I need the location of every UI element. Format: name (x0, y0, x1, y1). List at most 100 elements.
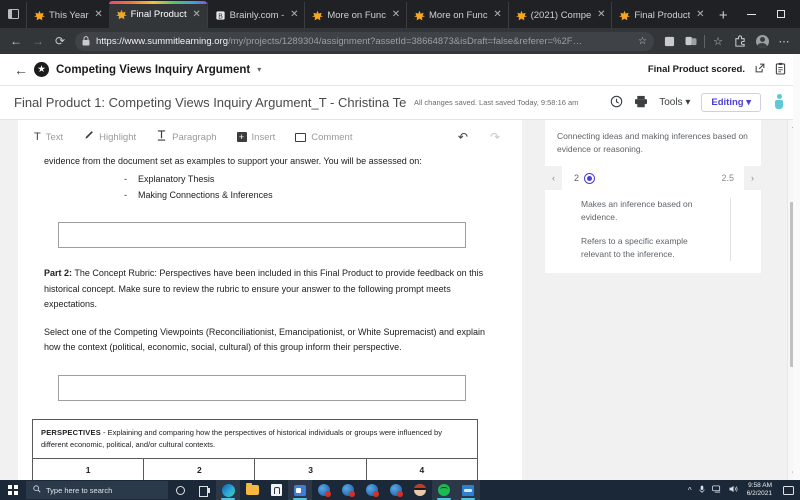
browser-tab-2-close-icon[interactable]: ✕ (288, 10, 300, 20)
cortana-icon[interactable] (168, 480, 192, 500)
browser-tab-5-close-icon[interactable]: ✕ (595, 10, 607, 20)
window-close-button[interactable]: ✕ (796, 0, 800, 28)
browser-tab-0-title: This Year (49, 9, 89, 21)
volume-icon[interactable] (729, 485, 738, 495)
browser-tab-2-title: Brainly.com - (229, 9, 285, 21)
browser-tab-0-close-icon[interactable]: ✕ (93, 10, 105, 20)
teams-icon[interactable] (288, 480, 312, 500)
document-title[interactable]: Final Product 1: Competing Views Inquiry… (14, 95, 406, 110)
window-maximize-button[interactable] (766, 0, 796, 28)
microsoft-store-icon[interactable] (264, 480, 288, 500)
forward-button[interactable]: → (27, 30, 49, 52)
rubric-panel-column: Connecting ideas and making inferences b… (541, 120, 800, 480)
microsoft-edge-icon[interactable] (216, 480, 240, 500)
answer-textbox-2[interactable] (58, 374, 466, 401)
rubric-score-radio-selected[interactable] (584, 172, 596, 184)
format-paragraph-button[interactable]: Paragraph (146, 130, 226, 144)
chrome-window-icon[interactable] (360, 480, 384, 500)
start-button[interactable] (0, 480, 26, 500)
add-favorite-icon[interactable]: ☆ (638, 36, 647, 47)
breadcrumb-project-title[interactable]: Competing Views Inquiry Argument (56, 64, 250, 76)
format-insert-label: Insert (251, 131, 276, 143)
rubric-next-button[interactable]: › (744, 166, 761, 190)
document-content: evidence from the document set as exampl… (18, 154, 522, 401)
format-comment-button[interactable]: Comment (285, 132, 362, 143)
browser-tab-4-close-icon[interactable]: ✕ (492, 10, 504, 20)
taskbar-clock[interactable]: 9:58 AM 6/2/2021 (747, 482, 772, 498)
list-item: Explanatory Thesis (44, 171, 496, 187)
summit-star-favicon (619, 10, 631, 20)
chevron-down-icon: ▾ (746, 97, 751, 108)
favorites-icon[interactable]: ☆ (707, 30, 729, 52)
split-screen-icon[interactable] (680, 30, 702, 52)
network-icon[interactable] (711, 485, 722, 495)
address-bar[interactable]: https://www.summitlearning.org/my/projec… (75, 31, 654, 51)
collections-icon[interactable] (658, 30, 680, 52)
app-back-button[interactable]: ← (14, 62, 34, 78)
chrome-window-icon[interactable] (336, 480, 360, 500)
format-text-button[interactable]: T Text (24, 131, 73, 143)
extensions-icon[interactable] (729, 30, 751, 52)
chrome-window-icon[interactable] (384, 480, 408, 500)
redo-icon: ↷ (489, 130, 500, 144)
tab-search-panel-button[interactable] (0, 0, 26, 28)
version-history-icon[interactable] (610, 95, 623, 111)
taskbar-search-input[interactable]: Type here to search (26, 481, 168, 499)
browser-tab-6-close-icon[interactable]: ✕ (694, 10, 706, 20)
format-highlight-button[interactable]: Highlight (73, 130, 146, 144)
chevron-down-icon[interactable]: ▾ (257, 65, 261, 74)
browser-tab-6-title: Final Product (634, 9, 691, 21)
brainly-favicon: B (215, 10, 225, 20)
rubric-card: Connecting ideas and making inferences b… (545, 120, 761, 273)
browser-tab-3-close-icon[interactable]: ✕ (390, 10, 402, 20)
settings-more-icon[interactable]: ⋯ (773, 30, 795, 52)
new-tab-button[interactable]: + (710, 2, 736, 28)
rubric-criterion: Makes an inference based on evidence. (581, 199, 693, 222)
rubric-col-4: 4 (366, 458, 478, 480)
rubric-col-3: 3 (254, 458, 367, 480)
reload-button[interactable]: ⟳ (49, 30, 71, 52)
window-minimize-button[interactable] (736, 0, 766, 28)
print-icon[interactable] (634, 95, 648, 111)
rubric-criteria-list: Makes an inference based on evidence. Re… (569, 198, 731, 261)
rubric-current-score[interactable]: 2 (562, 172, 721, 184)
format-insert-button[interactable]: + Insert (227, 132, 286, 143)
back-button[interactable]: ← (5, 30, 27, 52)
microphone-icon[interactable] (699, 485, 705, 496)
profile-icon[interactable] (751, 30, 773, 52)
editing-mode-button[interactable]: Editing ▾ (701, 93, 761, 112)
browser-tab-3[interactable]: More on Func ✕ (304, 2, 406, 28)
task-view-icon[interactable] (192, 480, 216, 500)
game-avatar-icon[interactable] (408, 480, 432, 500)
avatar[interactable] (772, 94, 786, 111)
notifications-icon[interactable] (783, 485, 794, 495)
assessment-bullet-list: Explanatory Thesis Making Connections & … (44, 171, 496, 203)
chrome-window-icon[interactable] (312, 480, 336, 500)
browser-tab-1-close-icon[interactable]: ✕ (191, 9, 203, 20)
undo-icon[interactable]: ↶ (458, 130, 468, 144)
spotify-icon[interactable] (432, 480, 456, 500)
answer-textbox-1[interactable] (58, 222, 466, 248)
app-window-icon[interactable] (456, 480, 480, 500)
app-header-actions: Final Product scored. (648, 62, 786, 78)
list-item: Making Connections & Inferences (44, 187, 496, 203)
tray-chevron-up-icon[interactable]: ^ (688, 486, 692, 495)
app-header: ← ★ Competing Views Inquiry Argument ▾ F… (0, 54, 800, 86)
browser-tab-0[interactable]: This Year ✕ (26, 2, 109, 28)
clock-date: 6/2/2021 (746, 490, 772, 497)
browser-tab-2[interactable]: B Brainly.com - ✕ (206, 2, 305, 28)
rubric-prev-button[interactable]: ‹ (545, 166, 562, 190)
tools-menu-button[interactable]: Tools ▾ (659, 97, 690, 108)
rubric-col-2: 2 (143, 458, 256, 480)
browser-tab-6[interactable]: Final Product ✕ (611, 2, 710, 28)
svg-text:B: B (218, 13, 223, 20)
clipboard-icon[interactable] (775, 62, 786, 78)
lock-icon (82, 36, 90, 46)
windows-logo-icon (8, 485, 18, 495)
browser-tab-4[interactable]: More on Func ✕ (405, 2, 508, 28)
file-explorer-icon[interactable] (240, 480, 264, 500)
browser-tab-1[interactable]: Final Product ✕ (108, 1, 207, 28)
open-in-new-icon[interactable] (754, 62, 766, 77)
browser-tab-5[interactable]: (2021) Compe ✕ (507, 2, 612, 28)
page-scrollbar[interactable] (793, 54, 800, 480)
